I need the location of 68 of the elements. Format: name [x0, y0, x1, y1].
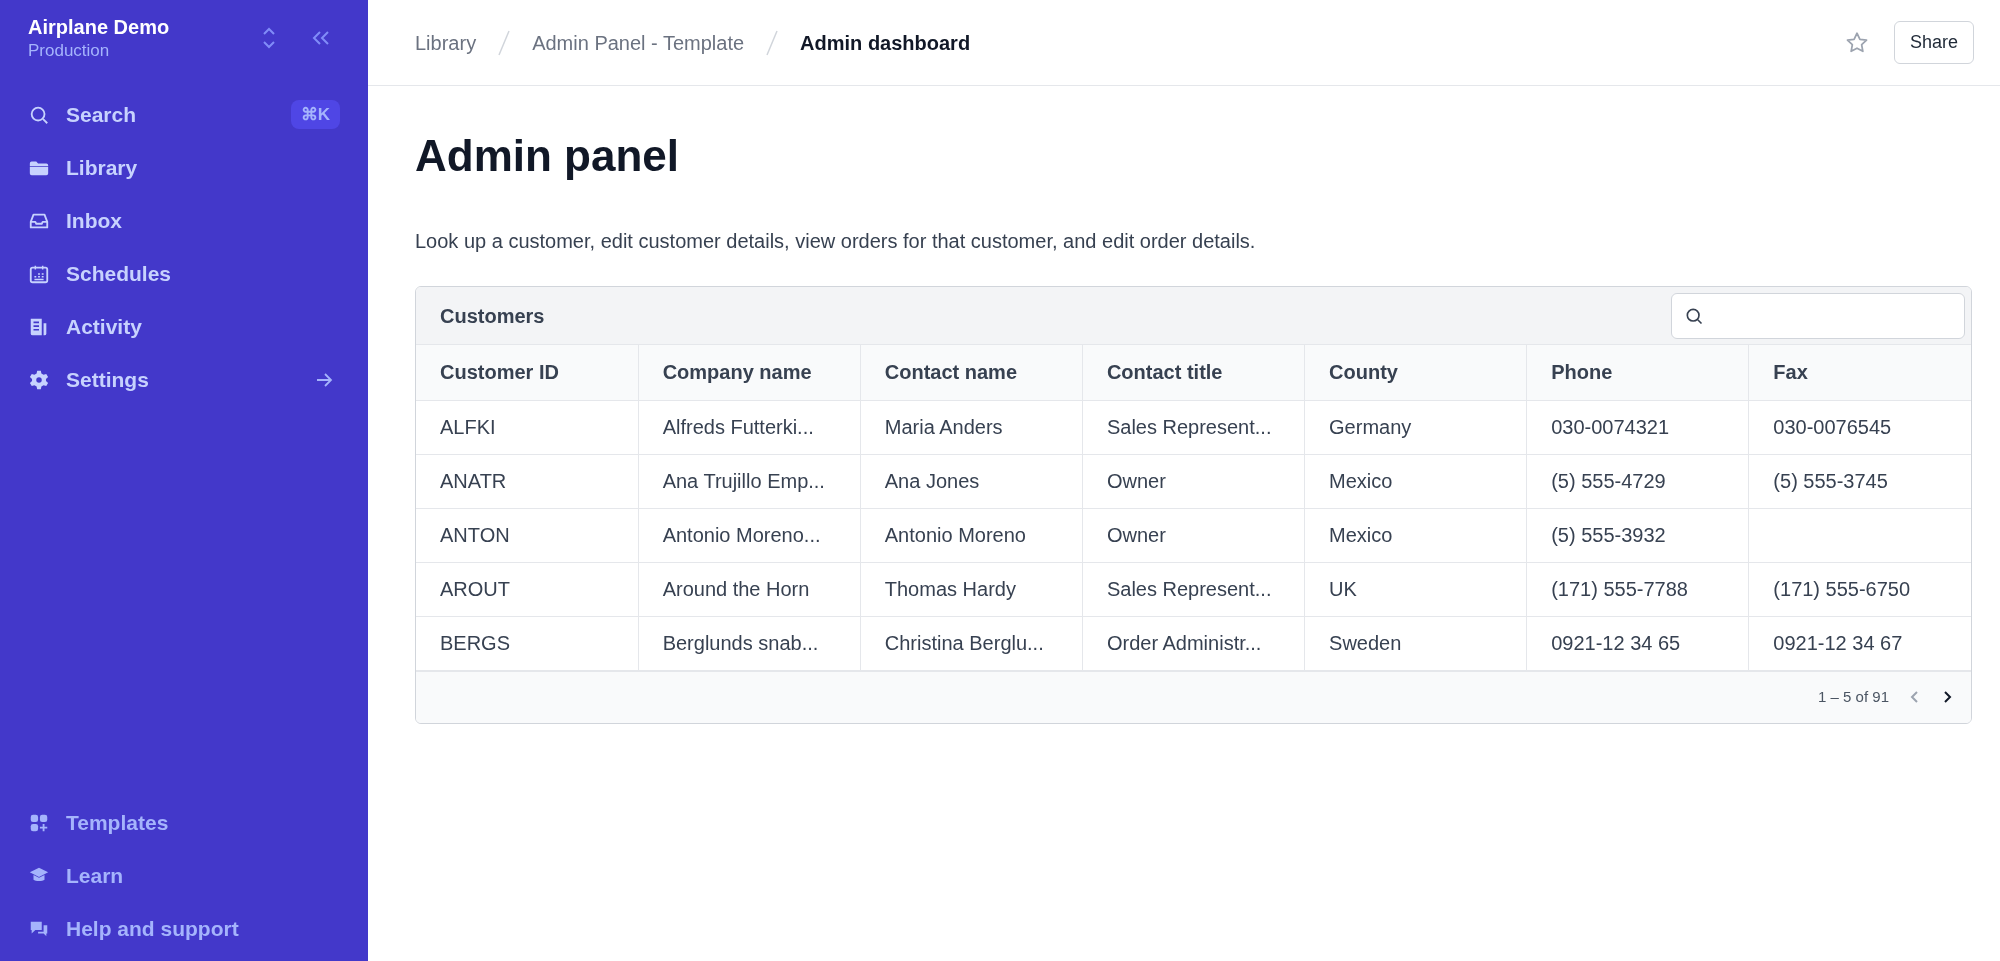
- table-cell: Mexico: [1329, 470, 1393, 492]
- table-cell: Christina Berglu...: [884, 632, 1044, 654]
- table-cell: Germany: [1329, 416, 1412, 438]
- sidebar-item[interactable]: Learn: [28, 849, 340, 902]
- sidebar-item[interactable]: Library: [28, 141, 340, 194]
- sidebar-item[interactable]: Schedules: [28, 247, 340, 300]
- column-header[interactable]: Phone: [1526, 345, 1749, 400]
- sidebar-item[interactable]: Settings: [28, 353, 340, 406]
- page-description: Look up a customer, edit customer details, view orders for that customer, and edit order details.: [415, 229, 1257, 254]
- sidebar-item[interactable]: Search ⌘K: [28, 88, 340, 141]
- table-cell: Berglunds snab...: [662, 632, 819, 654]
- pagination-range: 1 – 5 of 91: [1818, 686, 1889, 707]
- table-cell: 0921-12 34 67: [1773, 632, 1903, 654]
- sidebar-item[interactable]: Activity: [28, 300, 340, 353]
- column-header[interactable]: Customer ID: [416, 345, 639, 400]
- table-cell: BERGS: [440, 632, 511, 654]
- table-cell: UK: [1329, 578, 1357, 600]
- table-cell: ANATR: [440, 470, 507, 492]
- separator-icon: [498, 29, 511, 56]
- table-cell: Owner: [1106, 524, 1166, 546]
- breadcrumb-link[interactable]: Library: [415, 27, 477, 58]
- settings-icon: [28, 368, 50, 391]
- table-title: Customers: [440, 303, 545, 329]
- table-cell: Ana Trujillo Emp...: [662, 470, 825, 492]
- table-cell: Alfreds Futterki...: [662, 416, 814, 438]
- table-cell: (5) 555-3932: [1551, 524, 1666, 546]
- table-cell: Mexico: [1329, 524, 1393, 546]
- breadcrumb-link[interactable]: Admin Panel - Template: [532, 27, 745, 58]
- table-cell: (5) 555-4729: [1551, 470, 1666, 492]
- table-cell: (171) 555-6750: [1773, 578, 1911, 600]
- table-cell: AROUT: [440, 578, 510, 600]
- sidebar-item[interactable]: Templates: [28, 796, 340, 849]
- table-cell: Antonio Moreno: [884, 524, 1026, 546]
- table-cell: Sales Represent...: [1106, 578, 1272, 600]
- environment-name: Production: [28, 40, 111, 62]
- table-cell: Ana Jones: [884, 470, 980, 492]
- collapse-icon[interactable]: [310, 30, 332, 46]
- table-cell: Owner: [1106, 470, 1166, 492]
- table-cell: 030-0074321: [1551, 416, 1670, 438]
- table-cell: ANTON: [440, 524, 510, 546]
- separator-icon: [766, 29, 779, 56]
- table-cell: Antonio Moreno...: [662, 524, 821, 546]
- share-button[interactable]: Share: [1893, 21, 1974, 64]
- sidebar-item[interactable]: Help and support: [28, 902, 340, 955]
- workspace-name: Airplane Demo: [28, 15, 170, 40]
- column-header[interactable]: Company name: [638, 345, 861, 400]
- table-cell: Thomas Hardy: [884, 578, 1016, 600]
- table-cell: ALFKI: [440, 416, 496, 438]
- column-header[interactable]: County: [1304, 345, 1527, 400]
- next-page-icon[interactable]: [1941, 689, 1953, 705]
- switcher-icon[interactable]: [262, 26, 276, 50]
- table-cell: 0921-12 34 65: [1551, 632, 1681, 654]
- table-cell: Around the Horn: [662, 578, 810, 600]
- page-title: Admin panel: [415, 130, 681, 182]
- breadcrumb-link[interactable]: Admin dashboard: [800, 27, 971, 58]
- column-header[interactable]: Contact name: [860, 345, 1083, 400]
- column-header[interactable]: Fax: [1748, 345, 1971, 400]
- table-cell: (171) 555-7788: [1551, 578, 1688, 600]
- table-cell: Sweden: [1329, 632, 1402, 654]
- table-cell: 030-0076545: [1773, 416, 1892, 438]
- search-field[interactable]: [1671, 292, 1965, 339]
- table-cell: (5) 555-3745: [1773, 470, 1888, 492]
- table-cell: Maria Anders: [884, 416, 1003, 438]
- sidebar-item[interactable]: Inbox: [28, 194, 340, 247]
- column-header[interactable]: Contact title: [1082, 345, 1305, 400]
- shortcut-badge: ⌘K: [290, 99, 340, 130]
- table-cell: Order Administr...: [1106, 632, 1262, 654]
- table-cell: Sales Represent...: [1106, 416, 1272, 438]
